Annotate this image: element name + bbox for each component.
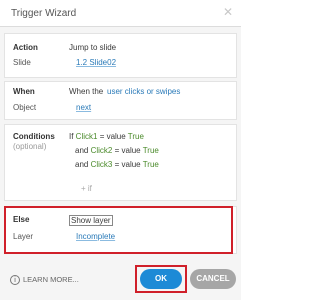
condition-variable[interactable]: Click3 <box>91 160 115 169</box>
object-label: Object <box>13 103 37 112</box>
condition-operator: = value <box>114 146 143 155</box>
action-label: Action <box>13 43 38 52</box>
when-section: When When the user clicks or swipes Obje… <box>4 81 237 120</box>
object-value[interactable]: next <box>76 103 91 112</box>
title-bar: Trigger Wizard ✕ <box>0 0 241 27</box>
info-icon: i <box>10 275 20 286</box>
add-condition-link[interactable]: + if <box>81 184 92 193</box>
close-icon[interactable]: ✕ <box>221 5 235 19</box>
condition-operator: = value <box>99 132 128 141</box>
conditions-section: Conditions (optional) If Click1 = value … <box>4 124 237 201</box>
condition-connector: and <box>75 160 91 169</box>
condition-connector: and <box>75 146 91 155</box>
condition-row[interactable]: and Click3 = value True <box>75 160 159 169</box>
action-value[interactable]: Jump to slide <box>69 43 116 52</box>
cancel-button[interactable]: CANCEL <box>190 269 236 289</box>
slide-label: Slide <box>13 58 31 67</box>
ok-highlight-box <box>135 265 187 293</box>
slide-value[interactable]: 1.2 Slide02 <box>76 58 116 67</box>
condition-variable[interactable]: Click1 <box>76 132 100 141</box>
action-section: Action Jump to slide Slide 1.2 Slide02 <box>4 33 237 78</box>
condition-value[interactable]: True <box>143 160 159 169</box>
trigger-wizard-dialog: Trigger Wizard ✕ Action Jump to slide Sl… <box>0 0 241 300</box>
learn-more-link[interactable]: i LEARN MORE... <box>10 275 79 286</box>
condition-connector: If <box>69 132 76 141</box>
when-prefix: When the <box>69 87 104 96</box>
when-label: When <box>13 87 35 96</box>
condition-value[interactable]: True <box>128 132 144 141</box>
dialog-title: Trigger Wizard <box>11 8 77 19</box>
dialog-footer: i LEARN MORE... OK CANCEL <box>0 258 241 300</box>
condition-value[interactable]: True <box>143 146 159 155</box>
when-event[interactable]: user clicks or swipes <box>107 87 180 96</box>
condition-row[interactable]: and Click2 = value True <box>75 146 159 155</box>
condition-row[interactable]: If Click1 = value True <box>69 132 144 141</box>
condition-variable[interactable]: Click2 <box>91 146 115 155</box>
condition-operator: = value <box>114 160 143 169</box>
conditions-label: Conditions <box>13 132 55 141</box>
learn-more-label: LEARN MORE... <box>23 275 79 284</box>
conditions-sublabel: (optional) <box>13 142 47 151</box>
else-highlight-box <box>4 206 233 254</box>
